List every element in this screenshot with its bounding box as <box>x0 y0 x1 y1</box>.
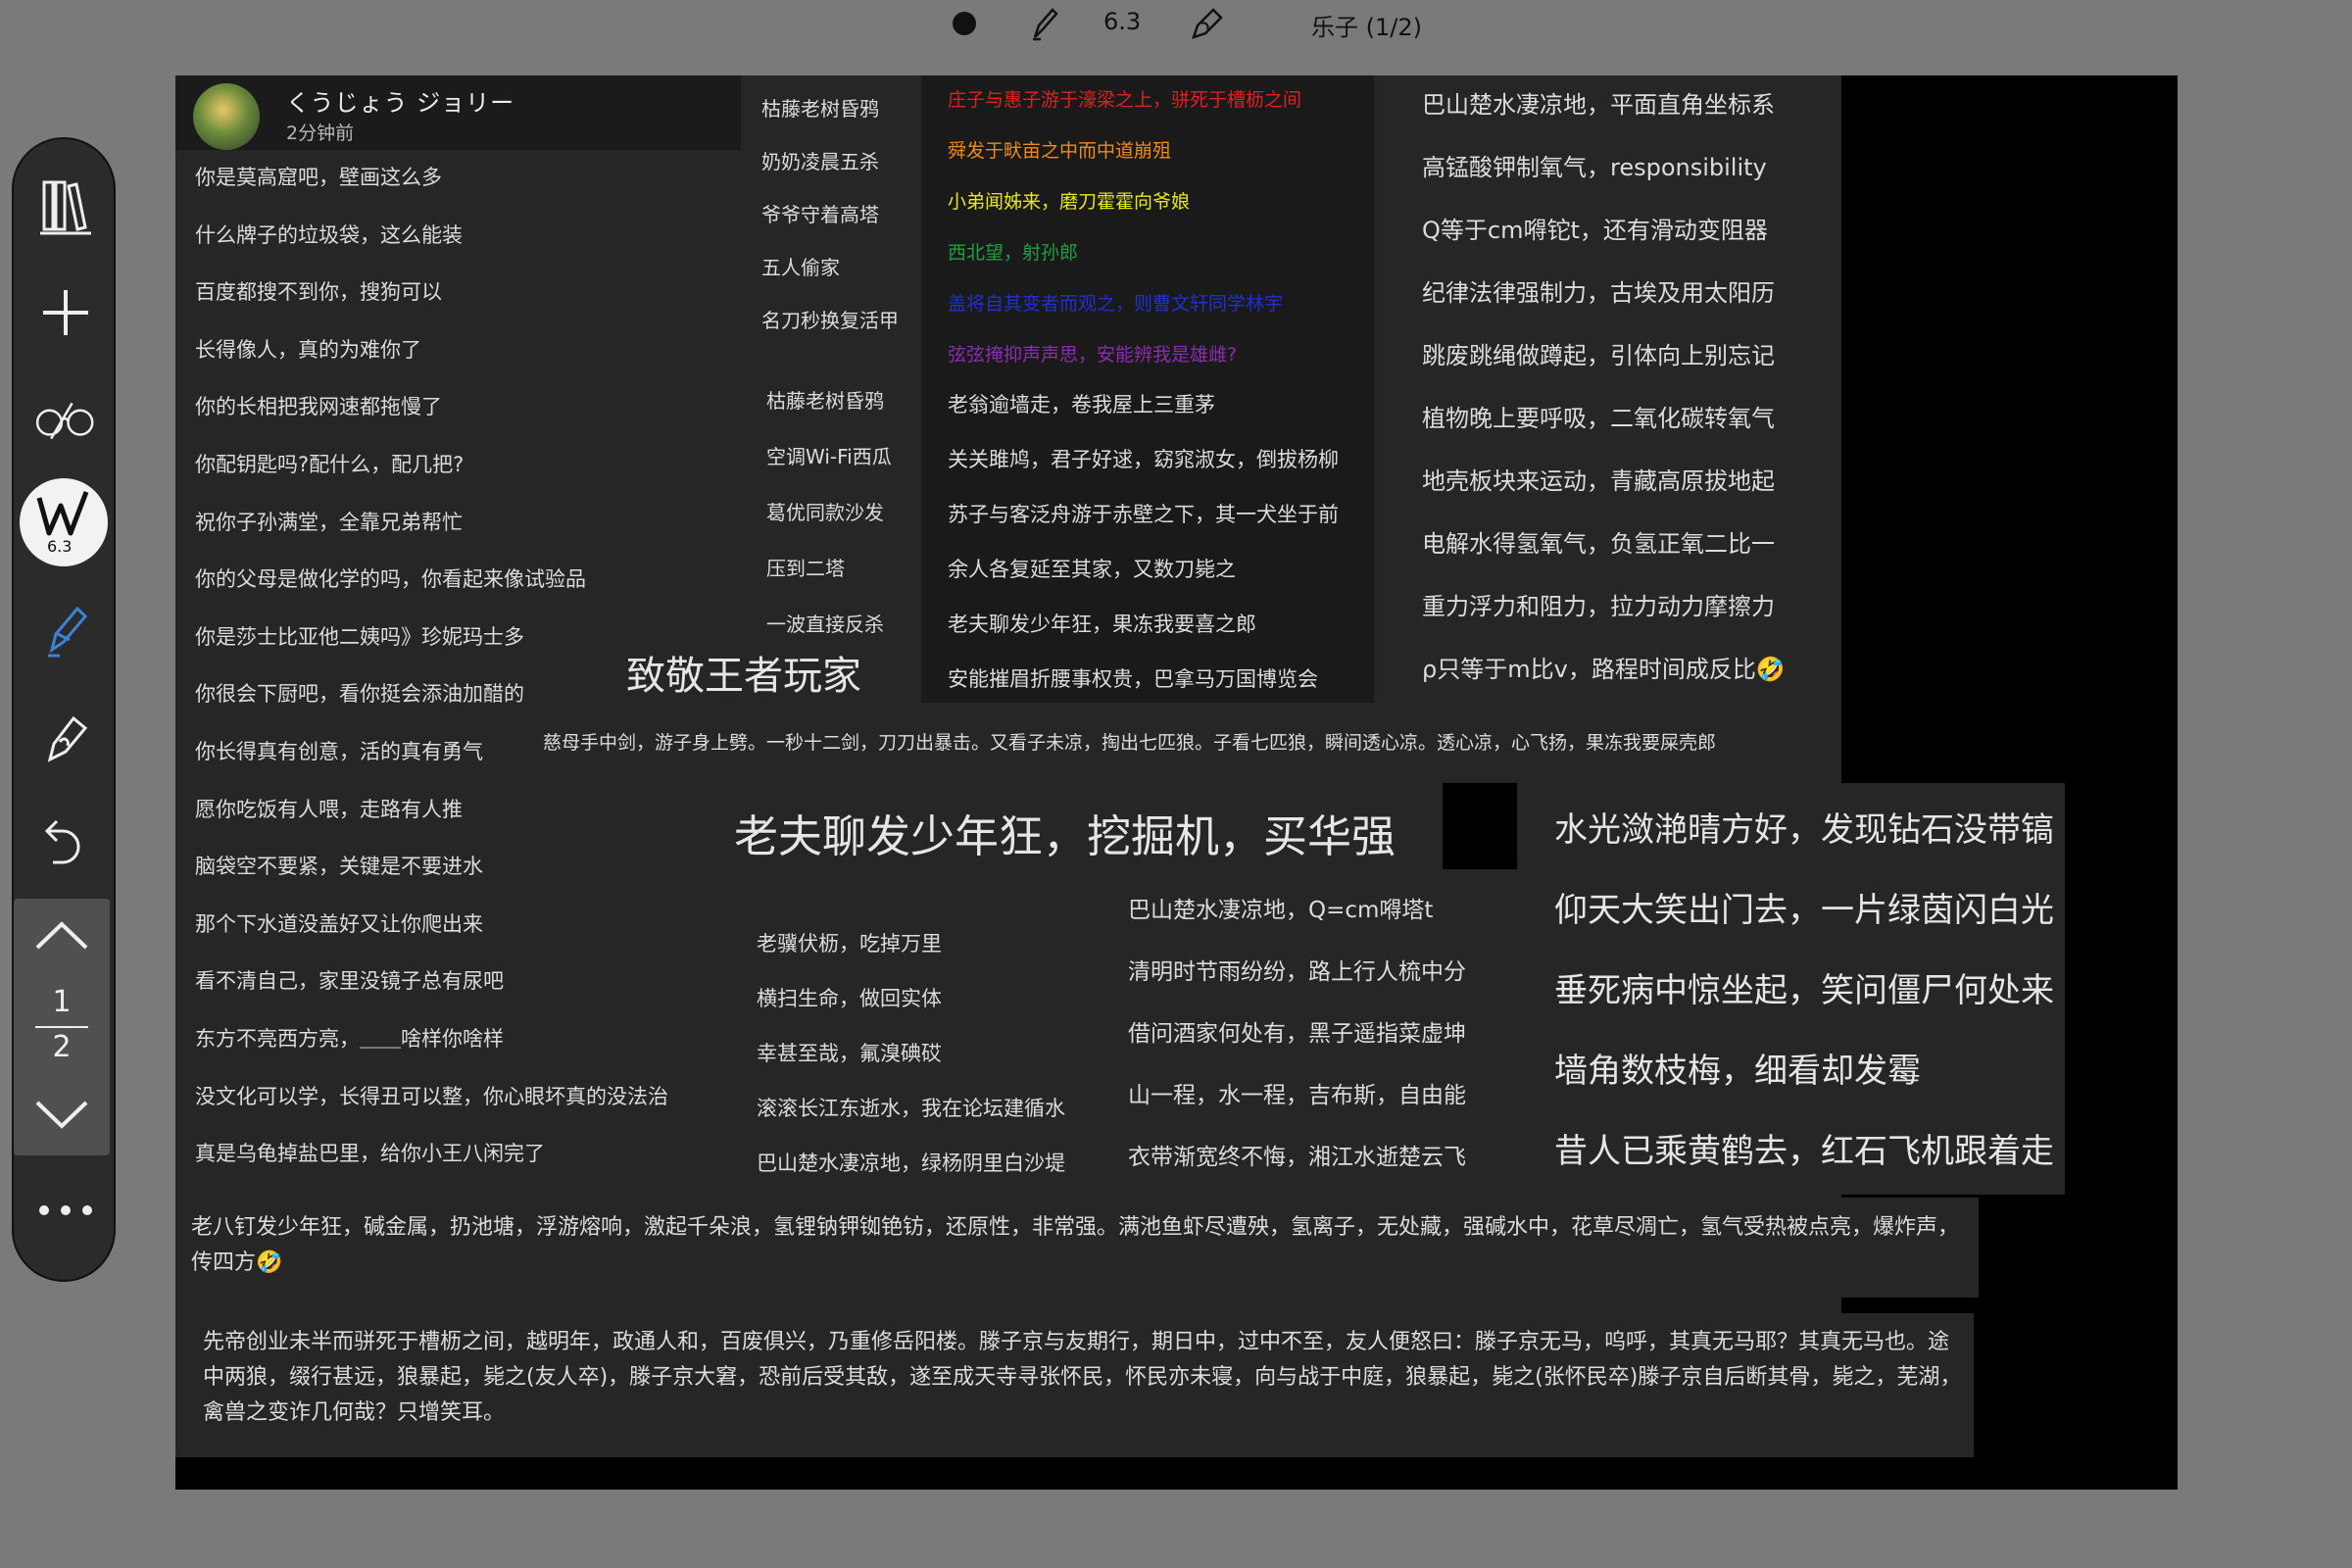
mc-poem-line-3: 垂死病中惊坐起，笑问僵尸何处来 <box>1554 971 2054 1010</box>
page-divider <box>35 1026 88 1028</box>
library-icon[interactable] <box>33 174 98 239</box>
mixed-poem-line-2: 清明时节雨纷纷，路上行人梳中分 <box>1128 959 1466 985</box>
long-poem-line: 慈母手中剑，游子身上劈。一秒十二剑，刀刀出暴击。又看子未凉，掏出七匹狼。子看七匹… <box>543 732 1717 754</box>
glasses-icon[interactable] <box>33 386 98 451</box>
undo-icon[interactable] <box>33 809 98 874</box>
pen-icon[interactable] <box>1029 6 1060 41</box>
game-poem-line-10: 一波直接反杀 <box>766 612 884 636</box>
insult-line-14: 那个下水道没盖好又让你爬出来 <box>195 911 483 936</box>
idiom-line-5: 巴山楚水凄凉地，绿杨阴里白沙堤 <box>757 1152 1065 1175</box>
add-icon[interactable] <box>33 280 98 345</box>
insult-line-6: 你配钥匙吗?配什么，配几把? <box>195 453 465 476</box>
more-icon[interactable] <box>33 1178 98 1243</box>
page-navigator: 1 2 <box>14 899 110 1155</box>
chevron-down-icon[interactable] <box>33 1099 90 1132</box>
game-poem-line-5: 名刀秒换复活甲 <box>761 309 899 332</box>
game-poem-line-3: 爷爷守着高塔 <box>761 203 879 226</box>
game-poem-line-2: 奶奶凌晨五杀 <box>761 150 879 173</box>
idiom-line-2: 横扫生命，做回实体 <box>757 987 942 1010</box>
paragraph-alkali: 老八钉发少年狂，碱金属，扔池塘，浮游熔响，激起千朵浪，氢锂钠钾铷铯钫，还原性，非… <box>191 1215 1960 1275</box>
insult-line-3: 百度都搜不到你，搜狗可以 <box>195 280 442 305</box>
insult-line-1: 你是莫高窟吧，壁画这么多 <box>195 166 442 189</box>
science-line-3: Q等于cm嘚铊t，还有滑动变阻器 <box>1422 217 1768 244</box>
mc-poem-line-5: 昔人已乘黄鹤去，红石飞机跟着走 <box>1554 1132 2054 1171</box>
heading-honor-king: 致敬王者玩家 <box>626 654 861 699</box>
note-canvas[interactable]: くうじょう ジョリー 2分钟前 你是莫高窟吧，壁画这么多 什么牌子的垃圾袋，这么能… <box>175 75 2178 1490</box>
insult-line-5: 你的长相把我网速都拖慢了 <box>195 395 442 419</box>
idiom-line-4: 滚滚长江东逝水，我在论坛建循水 <box>757 1097 1065 1120</box>
colored-line-1: 庄子与惠子游于濠梁之上，骈死于槽枥之间 <box>948 89 1302 111</box>
heading-excavator: 老夫聊发少年狂，挖掘机，买华强 <box>734 810 1396 862</box>
writer-icon <box>36 491 89 536</box>
classical-line-6: 安能摧眉折腰事权贵，巴拿马万国博览会 <box>948 667 1318 691</box>
insult-line-18: 真是乌龟掉盐巴里，给你小王八闲完了 <box>195 1142 545 1166</box>
insult-line-13: 脑袋空不要紧，关键是不要进水 <box>195 855 483 879</box>
science-line-1: 巴山楚水凄凉地，平面直角坐标系 <box>1422 91 1775 119</box>
colored-line-5: 盖将自其变者而观之，则曹文轩同学林宇 <box>948 293 1284 315</box>
mixed-poem-line-1: 巴山楚水凄凉地，Q=cm嘚塔t <box>1128 898 1434 923</box>
science-line-4: 纪律法律强制力，古埃及用太阳历 <box>1422 279 1775 307</box>
dot-icon[interactable] <box>953 12 976 35</box>
pen-size: 6.3 <box>1103 8 1142 35</box>
mc-poem-line-2: 仰天大笑出门去，一片绿茵闪白光 <box>1554 891 2054 930</box>
science-line-2: 高锰酸钾制氧气，responsibility <box>1422 154 1767 181</box>
writer-badge: 6.3 <box>47 537 73 556</box>
pen-icon[interactable] <box>33 598 98 662</box>
game-poem-line-7: 空调Wi-Fi西瓜 <box>766 445 892 468</box>
science-line-7: 地壳板块来运动，青藏高原拔地起 <box>1422 467 1775 495</box>
highlighter-icon[interactable] <box>1188 4 1227 41</box>
classical-line-1: 老翁逾墙走，卷我屋上三重茅 <box>948 393 1215 416</box>
insult-line-7: 祝你子孙满堂，全靠兄弟帮忙 <box>195 510 463 534</box>
game-poem-line-8: 葛优同款沙发 <box>766 501 884 524</box>
science-line-10: ρ只等于m比v，路程时间成反比🤣 <box>1422 656 1786 683</box>
insult-line-11: 你长得真有创意，活的真有勇气 <box>195 740 483 763</box>
science-line-5: 跳废跳绳做蹲起，引体向上别忘记 <box>1422 342 1775 369</box>
lasso-icon[interactable] <box>33 704 98 768</box>
insult-line-8: 你的父母是做化学的吗，你看起来像试验品 <box>195 567 586 592</box>
science-line-9: 重力浮力和阻力，拉力动力摩擦力 <box>1422 593 1775 620</box>
colored-line-4: 西北望，射孙郎 <box>948 242 1079 264</box>
mixed-poem-line-3: 借问酒家何处有，黑子遥指菜虚坤 <box>1128 1021 1466 1047</box>
chevron-up-icon[interactable] <box>33 918 90 952</box>
science-line-6: 植物晚上要呼吸，二氧化碳转氧气 <box>1422 405 1775 432</box>
classical-line-2: 关关雎鸠，君子好逑，窈窕淑女，倒拔杨柳 <box>948 448 1339 471</box>
page-total: 2 <box>52 1030 72 1064</box>
insult-line-10: 你很会下厨吧，看你挺会添油加醋的 <box>195 682 524 707</box>
idiom-line-1: 老骥伏枥，吃掉万里 <box>757 932 942 956</box>
colored-line-6: 弦弦掩抑声声思，安能辨我是雄雌? <box>948 344 1238 366</box>
black-square <box>1443 783 1517 869</box>
idiom-line-3: 幸甚至哉，氟溴碘砹 <box>757 1042 942 1065</box>
paragraph-classical-mix: 先帝创业未半而骈死于槽枥之间，越明年，政通人和，百废俱兴，乃重修岳阳楼。滕子京与… <box>203 1330 1962 1425</box>
insult-line-16: 东方不亮西方亮，＿＿啥样你啥样 <box>195 1027 504 1051</box>
top-toolbar: 6.3 乐子 (1/2) <box>0 0 2352 47</box>
science-line-8: 电解水得氢氧气，负氢正氧二比一 <box>1422 530 1775 558</box>
chat-username: くうじょう ジョリー <box>286 89 515 117</box>
classical-line-5: 老夫聊发少年狂，果冻我要喜之郎 <box>948 612 1256 636</box>
chat-time: 2分钟前 <box>286 122 355 144</box>
mixed-poem-line-4: 山一程，水一程，吉布斯，自由能 <box>1128 1083 1466 1108</box>
insult-line-9: 你是莎士比亚他二姨吗》珍妮玛士多 <box>195 624 524 649</box>
insult-line-12: 愿你吃饭有人喂，走路有人推 <box>195 797 463 821</box>
avatar <box>193 83 260 150</box>
insult-line-17: 没文化可以学，长得丑可以整，你心眼坏真的没法治 <box>195 1084 668 1108</box>
mc-poem-line-1: 水光潋滟晴方好，发现钻石没带镐 <box>1554 810 2054 850</box>
classical-line-3: 苏子与客泛舟游于赤壁之下，其一犬坐于前 <box>948 503 1339 526</box>
insult-line-2: 什么牌子的垃圾袋，这么能装 <box>195 222 463 247</box>
mc-poem-line-4: 墙角数枝梅，细看却发霉 <box>1554 1052 1921 1091</box>
page-current: 1 <box>52 985 72 1019</box>
page-title: 乐子 (1/2) <box>1311 14 1422 41</box>
game-poem-line-9: 压到二塔 <box>766 557 845 580</box>
game-poem-line-1: 枯藤老树昏鸦 <box>761 97 879 121</box>
colored-line-2: 舜发于畎亩之中而中道崩殂 <box>948 140 1172 162</box>
writer-button[interactable]: 6.3 <box>20 478 108 566</box>
game-poem-line-6: 枯藤老树昏鸦 <box>766 389 884 413</box>
classical-line-4: 余人各复延至其家，又数刀毙之 <box>948 558 1236 581</box>
colored-line-3: 小弟闻姊来，磨刀霍霍向爷娘 <box>948 191 1191 213</box>
insult-line-4: 长得像人，真的为难你了 <box>195 337 421 362</box>
mixed-poem-line-5: 衣带渐宽终不悔，湘江水逝楚云飞 <box>1128 1145 1466 1170</box>
game-poem-line-4: 五人偷家 <box>761 256 840 279</box>
insult-line-15: 看不清自己，家里没镜子总有尿吧 <box>195 969 504 994</box>
